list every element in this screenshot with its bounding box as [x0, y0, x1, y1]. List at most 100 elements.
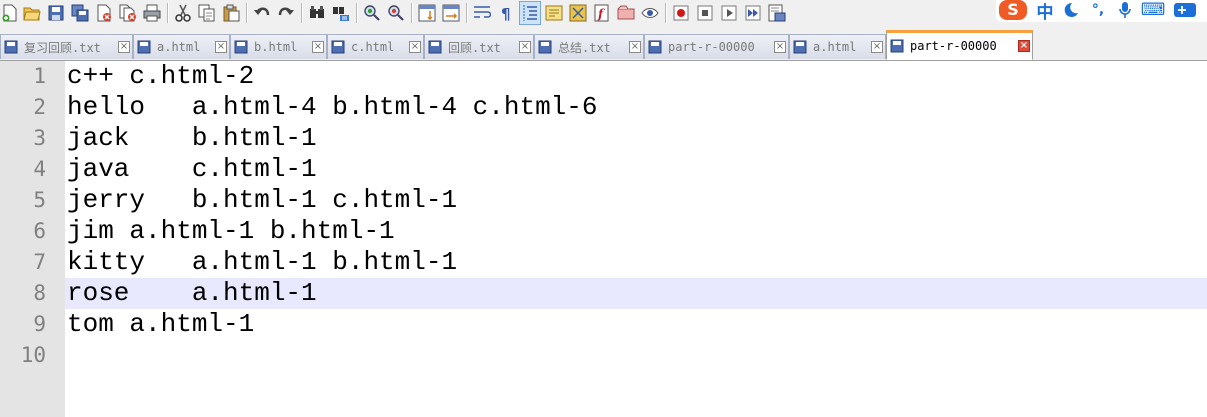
macro-run-multiple-icon[interactable] [743, 2, 763, 24]
tab-close-button[interactable]: × [629, 41, 641, 53]
toolbar-separator [411, 3, 413, 23]
close-icon[interactable] [94, 2, 114, 24]
text-line[interactable]: jim a.html-1 b.html-1 [67, 216, 1207, 247]
zoom-in-icon[interactable] [362, 2, 382, 24]
save-icon[interactable] [46, 2, 66, 24]
toolbar-separator [167, 3, 169, 23]
tab-file[interactable]: a.html × [789, 34, 886, 59]
tab-file[interactable]: c.html × [327, 34, 424, 59]
tab-file-active[interactable]: part-r-00000 × [886, 30, 1033, 60]
show-all-chars-icon[interactable]: ¶ [496, 2, 516, 24]
macro-stop-icon[interactable] [695, 2, 715, 24]
tab-file[interactable]: 复习回顾.txt × [0, 34, 133, 59]
current-text-line[interactable]: rose a.html-1 [65, 278, 1207, 309]
folder-workspace-icon[interactable]: f [592, 2, 612, 24]
keyboard-icon[interactable]: ⌨ [1140, 0, 1166, 20]
find-icon[interactable] [307, 2, 327, 24]
text-line[interactable] [67, 340, 1207, 371]
macro-record-icon[interactable] [671, 2, 691, 24]
close-all-icon[interactable] [118, 2, 138, 24]
tab-label: a.html [813, 40, 857, 54]
ime-toolbar: S 中 °, ⌨ [996, 0, 1207, 22]
text-line[interactable]: tom a.html-1 [67, 309, 1207, 340]
save-all-icon[interactable] [70, 2, 90, 24]
text-line[interactable]: hello a.html-4 b.html-4 c.html-6 [67, 92, 1207, 123]
tab-close-button[interactable]: × [118, 41, 130, 53]
macro-play-icon[interactable] [719, 2, 739, 24]
line-number: 10 [20, 343, 46, 367]
tab-close-button[interactable]: × [215, 41, 227, 53]
redo-icon[interactable] [276, 2, 296, 24]
sync-vertical-icon[interactable] [417, 2, 437, 24]
tab-close-button[interactable]: × [312, 41, 324, 53]
tab-label: 复习回顾.txt [24, 40, 101, 55]
tab-label: 总结.txt [558, 40, 611, 55]
macro-save-icon[interactable] [767, 2, 787, 24]
saved-file-icon [890, 39, 904, 53]
tab-close-button[interactable]: × [871, 41, 883, 53]
svg-text:¶: ¶ [501, 5, 511, 22]
tab-file[interactable]: 总结.txt × [534, 34, 644, 59]
tab-close-button[interactable]: × [409, 41, 421, 53]
ime-mode-toggle[interactable]: 中 [1034, 0, 1056, 23]
tab-file[interactable]: 回顾.txt × [424, 34, 534, 59]
toolbar-separator [665, 3, 667, 23]
new-file-icon[interactable] [0, 2, 20, 24]
toolbar-separator [301, 3, 303, 23]
line-number: 6 [33, 219, 46, 243]
saved-file-icon [331, 40, 345, 54]
saved-file-icon [648, 40, 662, 54]
function-list-icon[interactable] [568, 2, 588, 24]
tab-file[interactable]: a.html × [133, 34, 230, 59]
text-line[interactable]: java c.html-1 [67, 154, 1207, 185]
tab-close-button[interactable]: × [774, 41, 786, 53]
tab-close-button[interactable]: × [1018, 40, 1030, 52]
line-number-gutter: 1 2 3 4 5 6 7 8 9 10 [0, 61, 65, 417]
tab-label: a.html [157, 40, 201, 54]
copy-icon[interactable] [197, 2, 217, 24]
text-line[interactable]: jack b.html-1 [67, 123, 1207, 154]
word-wrap-icon[interactable] [472, 2, 492, 24]
indent-guide-icon[interactable] [519, 1, 541, 25]
moon-icon[interactable] [1060, 0, 1082, 20]
replace-icon[interactable] [331, 2, 351, 24]
tab-file[interactable]: b.html × [230, 34, 327, 59]
saved-file-icon [538, 40, 552, 54]
open-file-icon[interactable] [22, 2, 42, 24]
saved-file-icon [137, 40, 151, 54]
line-number: 2 [33, 95, 46, 119]
paste-icon[interactable] [221, 2, 241, 24]
tab-file[interactable]: part-r-00000 × [644, 34, 789, 59]
doc-map-icon[interactable] [544, 2, 564, 24]
saved-file-icon [793, 40, 807, 54]
monitoring-icon[interactable] [616, 2, 636, 24]
line-number: 4 [33, 157, 46, 181]
undo-icon[interactable] [252, 2, 272, 24]
sogou-logo-icon[interactable]: S [996, 0, 1030, 20]
toolbar: ¶ f S 中 °, ⌨ [0, 0, 1207, 28]
tab-label: c.html [351, 40, 395, 54]
saved-file-icon [428, 40, 442, 54]
saved-file-icon [4, 40, 18, 54]
tab-label: b.html [254, 40, 298, 54]
zoom-out-icon[interactable] [386, 2, 406, 24]
line-number: 3 [33, 126, 46, 150]
toolbar-separator [466, 3, 468, 23]
cut-icon[interactable] [173, 2, 193, 24]
sync-horizontal-icon[interactable] [441, 2, 461, 24]
line-number: 5 [33, 188, 46, 212]
editor[interactable]: 1 2 3 4 5 6 7 8 9 10 c++ c.html-2 hello … [0, 61, 1207, 417]
text-line[interactable]: jerry b.html-1 c.html-1 [67, 185, 1207, 216]
text-line[interactable]: kitty a.html-1 b.html-1 [67, 247, 1207, 278]
text-line[interactable]: c++ c.html-2 [67, 61, 1207, 92]
ime-skin-icon[interactable] [1170, 0, 1200, 20]
microphone-icon[interactable] [1114, 0, 1136, 20]
toolbar-separator [246, 3, 248, 23]
toolbar-separator [356, 3, 358, 23]
ime-punct-toggle[interactable]: °, [1086, 0, 1110, 20]
line-number: 8 [33, 281, 46, 305]
tab-close-button[interactable]: × [519, 41, 531, 53]
eye-icon[interactable] [640, 2, 660, 24]
print-icon[interactable] [142, 2, 162, 24]
tab-bar: 复习回顾.txt × a.html × b.html × c.html × 回顾… [0, 28, 1207, 61]
